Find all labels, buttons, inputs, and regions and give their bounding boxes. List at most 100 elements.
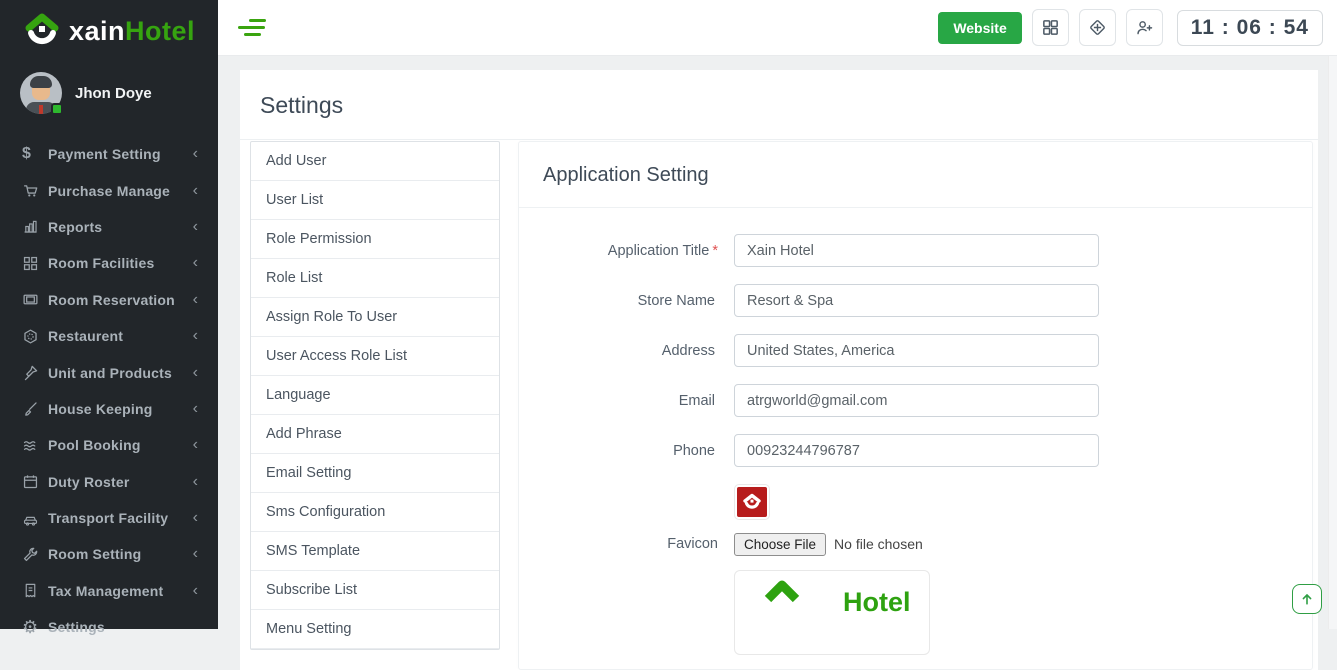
sidebar-item[interactable]: Restaurent ‹	[0, 318, 218, 354]
chevron-left-icon: ‹	[193, 219, 198, 235]
sidebar-item[interactable]: ⚙ Settings	[0, 609, 218, 645]
sidebar-item-label: Unit and Products	[48, 365, 193, 381]
brand-logo[interactable]: xainHotel	[0, 0, 218, 58]
sidebar-item[interactable]: Pool Booking ‹	[0, 427, 218, 463]
sidebar-item-label: Room Setting	[48, 546, 193, 562]
field-label: Store Name	[519, 293, 718, 309]
settings-menu-item[interactable]: Language	[251, 376, 499, 415]
scrollbar[interactable]	[1328, 56, 1337, 629]
sidebar-item-label: Payment Setting	[48, 146, 193, 162]
sidebar-item[interactable]: Room Facilities ‹	[0, 245, 218, 281]
sidebar-item[interactable]: Duty Roster ‹	[0, 464, 218, 500]
sidebar-item[interactable]: Transport Facility ‹	[0, 500, 218, 536]
sidebar-item[interactable]: Purchase Manage ‹	[0, 172, 218, 208]
text-input[interactable]	[734, 234, 1099, 267]
sidebar-item-label: Transport Facility	[48, 510, 193, 526]
sidebar-item[interactable]: Tax Management ‹	[0, 573, 218, 609]
field-label-text: Application Title	[608, 243, 710, 259]
calendar-icon	[22, 473, 48, 490]
settings-menu-item[interactable]: Role List	[251, 259, 499, 298]
scroll-to-top-button[interactable]	[1292, 584, 1322, 614]
favicon-label: Favicon	[519, 536, 718, 655]
settings-menu-item[interactable]: Assign Role To User	[251, 298, 499, 337]
sidebar-item[interactable]: $ Payment Setting ‹	[0, 136, 218, 172]
sidebar-item[interactable]: Unit and Products ‹	[0, 354, 218, 390]
sidebar-item[interactable]: Reports ‹	[0, 209, 218, 245]
required-asterisk: *	[712, 243, 718, 259]
sidebar-item-label: Settings	[48, 619, 198, 635]
settings-menu-item[interactable]: Role Permission	[251, 220, 499, 259]
chevron-left-icon: ‹	[193, 510, 198, 526]
bar-chart-icon	[22, 218, 48, 235]
settings-submenu: Add UserUser ListRole PermissionRole Lis…	[250, 141, 500, 650]
favicon-file-input: Choose File No file chosen	[734, 532, 930, 556]
website-button[interactable]: Website	[938, 12, 1021, 44]
sidebar-item-label: Restaurent	[48, 328, 193, 344]
settings-menu-item[interactable]: Subscribe List	[251, 571, 499, 610]
user-profile[interactable]: Jhon Doye	[0, 58, 218, 128]
dollar-icon: $	[22, 146, 48, 162]
chevron-left-icon: ‹	[193, 583, 198, 599]
sidebar-nav: $ Payment Setting ‹ Purchase Manage ‹ Re…	[0, 136, 218, 645]
sidebar-item-label: Pool Booking	[48, 437, 193, 453]
favicon-controls: Choose File No file chosen Hotel	[734, 484, 930, 655]
arrow-up-icon	[1299, 591, 1315, 607]
pin-icon	[22, 364, 48, 381]
sidebar-item-label: Room Facilities	[48, 255, 193, 271]
cart-icon	[22, 182, 48, 199]
settings-menu-item[interactable]: Add Phrase	[251, 415, 499, 454]
settings-menu-item[interactable]: SMS Template	[251, 532, 499, 571]
chevron-left-icon: ‹	[193, 365, 198, 381]
text-input[interactable]	[734, 384, 1099, 417]
favicon-row: Favicon Choose File No file	[519, 484, 1312, 655]
sidebar-item-label: House Keeping	[48, 401, 193, 417]
sidebar-item[interactable]: Room Reservation ‹	[0, 282, 218, 318]
field-control	[734, 334, 1099, 367]
sidebar-item-label: Reports	[48, 219, 193, 235]
text-input[interactable]	[734, 334, 1099, 367]
brand-name-suffix: Hotel	[125, 16, 195, 46]
compass-icon[interactable]	[1079, 9, 1116, 46]
field-control	[734, 434, 1099, 467]
field-label: Phone	[519, 443, 718, 459]
monitor-icon	[22, 291, 48, 308]
sidebar-item[interactable]: House Keeping ‹	[0, 391, 218, 427]
file-status-text: No file chosen	[834, 536, 923, 552]
form-row: Email	[519, 384, 1312, 417]
clock: 11 : 06 : 54	[1177, 10, 1323, 46]
grid-icon	[22, 255, 48, 272]
sidebar-item[interactable]: Room Setting ‹	[0, 536, 218, 572]
form-body: Application Title* Store Name Address	[519, 208, 1312, 655]
text-input[interactable]	[734, 284, 1099, 317]
chevron-left-icon: ‹	[193, 437, 198, 453]
add-user-icon[interactable]	[1126, 9, 1163, 46]
user-name: Jhon Doye	[75, 85, 152, 102]
field-label-text: Store Name	[638, 293, 715, 309]
brand-name: xainHotel	[69, 16, 195, 47]
hamburger-menu-icon[interactable]	[238, 17, 268, 39]
settings-menu-item[interactable]: Add User	[251, 142, 499, 181]
waves-icon	[22, 437, 48, 454]
apps-grid-icon[interactable]	[1032, 9, 1069, 46]
field-label: Application Title*	[519, 243, 718, 259]
settings-menu-item[interactable]: User List	[251, 181, 499, 220]
chevron-left-icon: ‹	[193, 255, 198, 271]
choose-file-button[interactable]: Choose File	[734, 533, 826, 556]
receipt-icon	[22, 582, 48, 599]
logo-preview-text: Hotel	[843, 587, 911, 618]
gear-icon: ⚙	[22, 618, 48, 636]
chevron-left-icon: ‹	[193, 146, 198, 162]
settings-menu-item[interactable]: Email Setting	[251, 454, 499, 493]
sidebar-item-label: Duty Roster	[48, 474, 193, 490]
text-input[interactable]	[734, 434, 1099, 467]
brand-name-prefix: xain	[69, 16, 125, 46]
form-row: Store Name	[519, 284, 1312, 317]
broom-icon	[22, 400, 48, 417]
field-control	[734, 284, 1099, 317]
chevron-left-icon: ‹	[193, 401, 198, 417]
settings-menu-item[interactable]: Menu Setting	[251, 610, 499, 649]
wrench-icon	[22, 546, 48, 563]
field-label: Address	[519, 343, 718, 359]
settings-menu-item[interactable]: Sms Configuration	[251, 493, 499, 532]
settings-menu-item[interactable]: User Access Role List	[251, 337, 499, 376]
